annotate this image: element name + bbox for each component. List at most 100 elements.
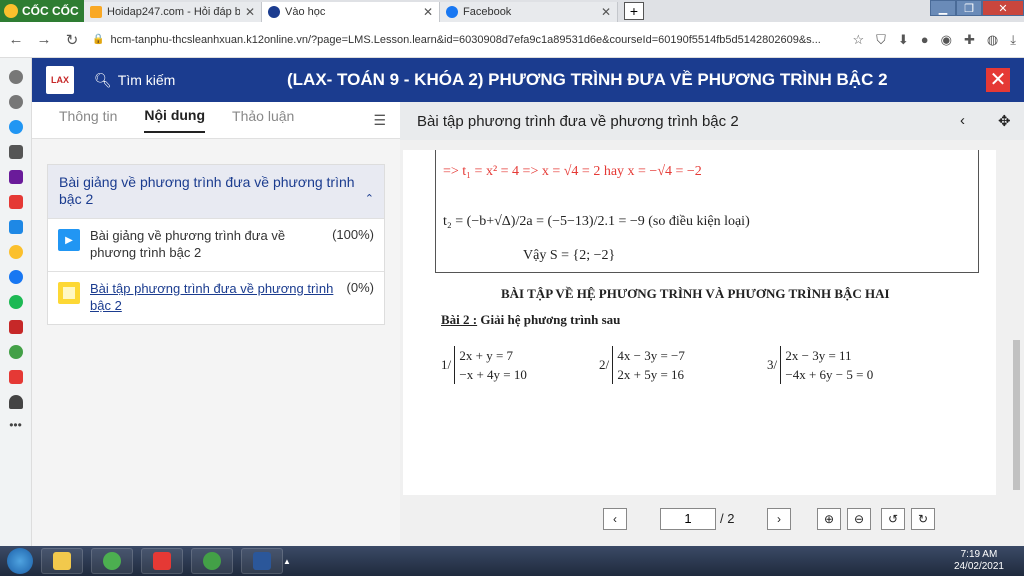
settings-icon[interactable] bbox=[8, 70, 23, 84]
zoom-out-button[interactable]: ⊖ bbox=[847, 508, 871, 530]
forward-arrow-icon[interactable]: → bbox=[36, 31, 52, 48]
viewer-scrollbar[interactable] bbox=[1011, 150, 1021, 495]
viewer-title: Bài tập phương trình đưa về phương trình… bbox=[417, 112, 739, 130]
browser-sidebar: ••• bbox=[0, 58, 32, 546]
coccoc-logo-icon bbox=[4, 4, 18, 18]
page-number-input[interactable]: 1 bbox=[660, 508, 716, 530]
system-clock[interactable]: 7:19 AM 24/02/2021 bbox=[954, 549, 1004, 573]
facebook-icon[interactable] bbox=[8, 270, 23, 284]
doc-line-2: t₂ = (−b+√Δ)/2a = (−5−13)/2.1 = −9 (so đ… bbox=[443, 214, 750, 229]
play-icon: ▶ bbox=[58, 229, 80, 251]
doc-line-3: Vậy S = {2; −2} bbox=[523, 248, 616, 263]
spotify-icon[interactable] bbox=[8, 295, 23, 309]
reload-icon[interactable]: ↻ bbox=[64, 31, 80, 49]
hoidap-favicon-icon bbox=[90, 6, 102, 18]
section-title: Bài giảng về phương trình đưa về phương … bbox=[59, 174, 355, 207]
t-app-icon[interactable] bbox=[8, 170, 23, 184]
chevron-up-icon[interactable]: ⌃ bbox=[365, 191, 374, 208]
rotate-right-button[interactable]: ↻ bbox=[911, 508, 935, 530]
tab-discussion[interactable]: Thảo luận bbox=[232, 108, 294, 132]
browser-tab-hoidap[interactable]: Hoidap247.com - Hỏi đáp bài ✕ bbox=[84, 2, 262, 22]
coccoc-extension-icon[interactable]: ◉ bbox=[941, 32, 952, 48]
folder-icon bbox=[53, 552, 71, 570]
lesson-item-title[interactable]: Bài tập phương trình đưa về phương trình… bbox=[90, 280, 337, 314]
close-tab-icon[interactable]: ✕ bbox=[245, 5, 255, 19]
add-icon[interactable] bbox=[8, 145, 23, 159]
bookmark-star-icon[interactable]: ☆ bbox=[852, 32, 864, 48]
browser-tab-facebook[interactable]: Facebook ✕ bbox=[440, 2, 618, 22]
taskbar-explorer[interactable] bbox=[41, 548, 83, 574]
download-box-icon[interactable]: ⬇ bbox=[898, 32, 909, 48]
tab-info[interactable]: Thông tin bbox=[59, 108, 117, 132]
page-total: / 2 bbox=[720, 511, 735, 526]
lax-logo[interactable]: LAX bbox=[46, 66, 74, 94]
profile-icon[interactable]: ◍ bbox=[987, 32, 998, 48]
move-arrows-icon[interactable]: ✥ bbox=[998, 112, 1011, 130]
system-label: 1/ bbox=[441, 357, 452, 372]
lesson-item-exercise[interactable]: Bài tập phương trình đưa về phương trình… bbox=[48, 271, 384, 324]
system-3: 3/ 2x − 3y = 11 −4x + 6y − 5 = 0 bbox=[767, 346, 873, 384]
history-icon[interactable] bbox=[8, 95, 23, 109]
bell-icon[interactable] bbox=[8, 395, 23, 409]
browser-tab-vaohoc[interactable]: Vào học ✕ bbox=[262, 2, 440, 22]
section-header[interactable]: Bài giảng về phương trình đưa về phương … bbox=[48, 165, 384, 218]
lesson-item-video[interactable]: ▶ Bài giảng về phương trình đưa về phươn… bbox=[48, 218, 384, 271]
tray-arrow-icon[interactable]: ▲ bbox=[283, 557, 291, 566]
search-button[interactable]: 🔍︎ Tìm kiếm bbox=[94, 72, 175, 89]
toolbar-icons: ☆ ⛉ ⬇ ● ◉ ✚ ◍ ⤓ bbox=[852, 32, 1016, 48]
extension-dot-icon[interactable]: ● bbox=[921, 32, 929, 48]
close-tab-icon[interactable]: ✕ bbox=[423, 5, 433, 19]
download-icon[interactable]: ⤓ bbox=[1010, 32, 1016, 48]
lesson-item-progress: (100%) bbox=[332, 227, 374, 242]
lesson-tabs: Thông tin Nội dung Thảo luận ☰ bbox=[32, 102, 400, 139]
shield-icon[interactable]: ⛉ bbox=[876, 32, 886, 48]
clock-date: 24/02/2021 bbox=[953, 561, 1004, 572]
maximize-button[interactable]: ❐ bbox=[956, 0, 982, 16]
window-app-icon[interactable] bbox=[8, 220, 23, 234]
exercise-text: Giải hệ phương trình sau bbox=[477, 312, 621, 327]
chevron-left-icon[interactable]: ‹ bbox=[960, 112, 965, 129]
messenger-icon[interactable] bbox=[8, 120, 23, 134]
more-icon[interactable]: ••• bbox=[9, 419, 23, 434]
close-course-button[interactable]: ✕ bbox=[986, 68, 1010, 92]
system-label: 3/ bbox=[767, 357, 778, 372]
search-icon: 🔍︎ bbox=[94, 71, 112, 88]
course-title: (LAX- TOÁN 9 - KHÓA 2) PHƯƠNG TRÌNH ĐƯA … bbox=[287, 70, 888, 89]
zoom-in-button[interactable]: ⊕ bbox=[817, 508, 841, 530]
vtv-icon[interactable] bbox=[8, 320, 23, 334]
app-icon bbox=[153, 552, 171, 570]
coccoc-icon bbox=[203, 552, 221, 570]
facebook-favicon-icon bbox=[446, 6, 458, 18]
clock-time: 7:19 AM bbox=[960, 549, 998, 560]
scrollbar-thumb[interactable] bbox=[1013, 340, 1020, 490]
exercise-label: Bài 2 : bbox=[441, 312, 478, 327]
window-close-button[interactable]: ✕ bbox=[982, 0, 1024, 16]
tab-content[interactable]: Nội dung bbox=[144, 107, 206, 133]
news-app-icon[interactable] bbox=[8, 370, 23, 384]
puzzle-icon[interactable]: ✚ bbox=[964, 32, 975, 48]
start-button[interactable] bbox=[7, 548, 33, 574]
taskbar-coccoc[interactable] bbox=[191, 548, 233, 574]
taskbar-app[interactable] bbox=[141, 548, 183, 574]
taskbar-chrome[interactable] bbox=[91, 548, 133, 574]
minimize-button[interactable]: ▁ bbox=[930, 0, 956, 16]
youtube-icon[interactable] bbox=[8, 195, 23, 209]
document-icon bbox=[58, 282, 80, 304]
page-controls: ‹ 1 / 2 › ⊕ ⊖ ↺ ↻ bbox=[400, 500, 1024, 536]
tab-title: Facebook bbox=[463, 6, 512, 18]
prev-page-button[interactable]: ‹ bbox=[603, 508, 627, 530]
system-label: 2/ bbox=[599, 357, 610, 372]
rotate-left-button[interactable]: ↺ bbox=[881, 508, 905, 530]
word-icon bbox=[253, 552, 271, 570]
url-bar[interactable]: 🔒 hcm-tanphu-thcsleanhxuan.k12online.vn/… bbox=[92, 27, 840, 53]
new-tab-button[interactable]: + bbox=[624, 2, 644, 20]
taskbar-word[interactable] bbox=[241, 548, 283, 574]
game-app-icon[interactable] bbox=[8, 345, 23, 359]
back-arrow-icon[interactable]: ← bbox=[8, 31, 24, 48]
lock-icon: 🔒 bbox=[92, 34, 105, 45]
collapse-menu-icon[interactable]: ☰ bbox=[373, 112, 386, 129]
next-page-button[interactable]: › bbox=[767, 508, 791, 530]
coccoc-menu-button[interactable]: CỐC CỐC bbox=[0, 0, 84, 22]
emoji-app-icon[interactable] bbox=[8, 245, 23, 259]
close-tab-icon[interactable]: ✕ bbox=[601, 5, 611, 19]
